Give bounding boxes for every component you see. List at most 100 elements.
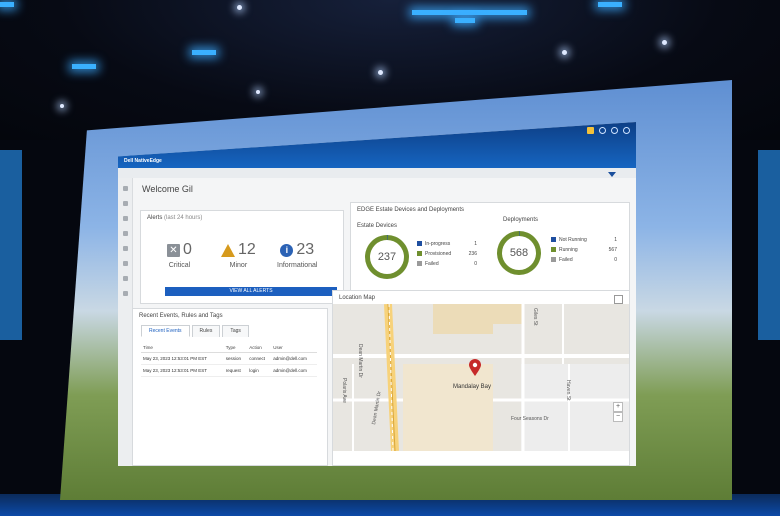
help-icon[interactable] bbox=[599, 127, 606, 134]
warning-icon bbox=[221, 243, 235, 257]
street-label: Haven St bbox=[565, 380, 571, 401]
minor-label: Minor bbox=[229, 262, 248, 269]
column-header-time[interactable]: Time bbox=[141, 343, 224, 353]
events-title: Recent Events, Rules and Tags bbox=[139, 313, 223, 319]
nav-home-icon[interactable] bbox=[122, 186, 128, 191]
nav-settings-icon[interactable] bbox=[122, 291, 128, 296]
stage-spotlight bbox=[662, 40, 667, 45]
alerts-period: (last 24 hours) bbox=[164, 215, 203, 221]
street-label: Giles St bbox=[532, 308, 538, 326]
map-card: Location Map Dean Martin Dr Polaris Ave … bbox=[332, 290, 630, 466]
devices-legend-label: Failed bbox=[425, 261, 439, 267]
tab-tags[interactable]: Tags bbox=[222, 325, 249, 337]
legend-swatch bbox=[417, 241, 422, 247]
alerts-title-label: Alerts bbox=[147, 215, 163, 221]
nav-catalog-icon[interactable] bbox=[122, 216, 128, 221]
table-row[interactable]: May 23, 2023 12:53:01 PM EST session con… bbox=[141, 352, 317, 365]
cell-user: admin@dell.com bbox=[271, 352, 317, 365]
location-map[interactable]: Dean Martin Dr Polaris Ave Giles St Have… bbox=[333, 304, 629, 451]
stage-spotlight bbox=[562, 50, 567, 55]
alerts-title: Alerts (last 24 hours) bbox=[147, 215, 202, 221]
critical-alerts-tile[interactable]: ✕ 0 Critical bbox=[167, 241, 192, 269]
x-icon: ✕ bbox=[167, 243, 180, 257]
stage-spotlight bbox=[60, 104, 64, 108]
stage-light-bar bbox=[72, 64, 96, 69]
view-all-alerts-button[interactable]: VIEW ALL ALERTS bbox=[165, 287, 337, 296]
estate-devices-title: Estate Devices bbox=[357, 223, 398, 229]
devices-legend-value: 1 bbox=[474, 241, 477, 247]
deployments-legend-not-running: Not Running 1 bbox=[551, 235, 617, 245]
stage-light-bar bbox=[192, 50, 216, 55]
chevron-down-icon[interactable] bbox=[608, 172, 616, 177]
stage-spotlight bbox=[378, 70, 383, 75]
user-icon[interactable] bbox=[611, 127, 618, 134]
devices-legend-value: 236 bbox=[468, 251, 477, 257]
stage-side-panel bbox=[0, 150, 22, 340]
map-pin-icon[interactable] bbox=[468, 359, 482, 377]
nav-deploy-icon[interactable] bbox=[122, 231, 128, 236]
critical-label: Critical bbox=[168, 262, 191, 269]
street-label: Four Seasons Dr bbox=[511, 416, 549, 422]
column-header-user[interactable]: User bbox=[271, 343, 317, 353]
minor-alerts-tile[interactable]: 12 Minor bbox=[221, 241, 256, 269]
nav-list-icon[interactable] bbox=[122, 261, 128, 266]
deployments-legend: Not Running 1 Running 567 Failed 0 bbox=[551, 235, 617, 265]
devices-legend-provisioned: Provisioned 236 bbox=[417, 249, 477, 259]
legend-swatch bbox=[551, 247, 556, 253]
stage-side-panel bbox=[758, 150, 780, 340]
zoom-out-button[interactable]: − bbox=[613, 412, 623, 422]
cell-time: May 23, 2023 12:53:01 PM EST bbox=[141, 364, 224, 377]
nav-devices-icon[interactable] bbox=[122, 201, 128, 206]
cell-type: session bbox=[223, 352, 248, 365]
events-table: Time Type Action User May 23, 2023 12:53… bbox=[141, 343, 317, 377]
welcome-heading: Welcome Gil bbox=[142, 184, 193, 194]
info-icon: i bbox=[280, 243, 294, 257]
deployments-legend-label: Not Running bbox=[559, 237, 587, 243]
nav-flag-icon[interactable] bbox=[122, 276, 128, 281]
stage-light-bar bbox=[455, 18, 475, 23]
devices-legend-label: Provisioned bbox=[425, 251, 452, 257]
nativeedge-dashboard: Dell NativeEdge Welcome Gil Alerts (last… bbox=[118, 122, 636, 466]
devices-legend: In-progress 1 Provisioned 236 Failed 0 bbox=[417, 239, 477, 269]
table-row[interactable]: May 23, 2023 12:53:01 PM EST request log… bbox=[141, 364, 317, 377]
cell-time: May 23, 2023 12:53:01 PM EST bbox=[141, 352, 224, 365]
devices-legend-failed: Failed 0 bbox=[417, 259, 477, 269]
map-title: Location Map bbox=[339, 295, 376, 301]
critical-count: 0 bbox=[183, 241, 192, 258]
devices-donut[interactable]: 237 bbox=[365, 235, 409, 279]
legend-swatch bbox=[551, 237, 556, 243]
fullscreen-icon[interactable] bbox=[614, 295, 623, 304]
events-header-row: Time Type Action User bbox=[141, 343, 317, 353]
estate-title: EDGE Estate Devices and Deployments bbox=[357, 207, 465, 213]
app-brand: Dell NativeEdge bbox=[124, 158, 162, 164]
deployments-title: Deployments bbox=[503, 217, 539, 223]
stage-spotlight bbox=[237, 5, 242, 10]
sub-bar bbox=[118, 168, 636, 178]
stage-light-bar bbox=[0, 2, 14, 7]
map-place-label: Mandalay Bay bbox=[453, 384, 492, 390]
minor-count: 12 bbox=[238, 241, 256, 258]
cell-user: admin@dell.com bbox=[271, 364, 317, 377]
tab-recent-events[interactable]: Recent Events bbox=[141, 325, 190, 337]
alerts-card: Alerts (last 24 hours) ✕ 0 Critical 12 Mi… bbox=[140, 210, 344, 304]
nav-monitor-icon[interactable] bbox=[122, 246, 128, 251]
settings-icon[interactable] bbox=[623, 127, 630, 134]
deployments-legend-label: Running bbox=[559, 247, 578, 253]
devices-legend-in-progress: In-progress 1 bbox=[417, 239, 477, 249]
street-label: Polaris Ave bbox=[341, 378, 347, 403]
devices-legend-value: 0 bbox=[474, 261, 477, 267]
informational-alerts-tile[interactable]: i 23 Informational bbox=[277, 241, 317, 269]
column-header-action[interactable]: Action bbox=[247, 343, 272, 353]
informational-count: 23 bbox=[296, 241, 315, 258]
left-nav-rail bbox=[118, 178, 133, 466]
zoom-in-button[interactable]: + bbox=[613, 402, 623, 412]
cell-action: login bbox=[247, 364, 272, 377]
devices-legend-label: In-progress bbox=[425, 241, 451, 247]
deployments-donut[interactable]: 568 bbox=[497, 231, 541, 275]
deployments-legend-value: 1 bbox=[614, 237, 617, 243]
legend-swatch bbox=[417, 251, 422, 257]
legend-swatch bbox=[551, 257, 556, 263]
tab-rules[interactable]: Rules bbox=[191, 325, 221, 337]
notification-icon[interactable] bbox=[587, 127, 594, 134]
column-header-type[interactable]: Type bbox=[223, 343, 248, 353]
